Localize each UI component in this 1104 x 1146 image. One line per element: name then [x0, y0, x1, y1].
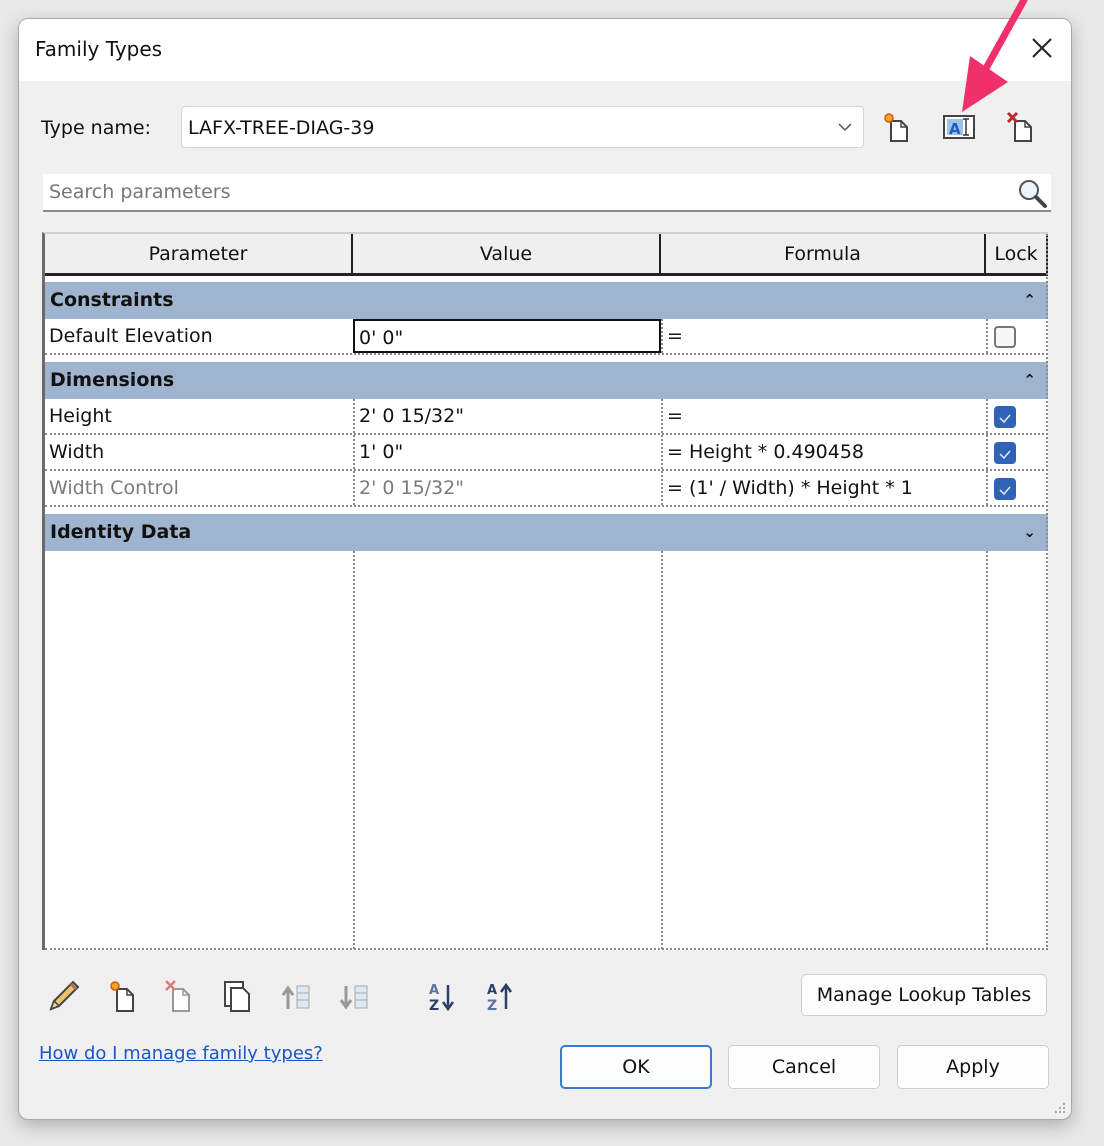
check-icon — [999, 414, 1011, 424]
svg-text:A: A — [949, 120, 961, 138]
check-icon — [999, 486, 1011, 496]
move-down-button[interactable] — [335, 977, 373, 1015]
rename-type-button[interactable]: A — [941, 109, 977, 145]
table-row[interactable]: Width 1' 0" = Height * 0.490458 — [45, 435, 1048, 471]
parameter-name: Default Elevation — [49, 325, 213, 347]
grid-right-border — [1046, 234, 1048, 950]
sort-ascending-icon: A Z — [429, 983, 455, 1014]
new-type-icon — [884, 113, 908, 142]
sort-descending-button[interactable]: A Z — [481, 977, 519, 1015]
collapse-toggle-icon[interactable]: ⌃ — [1023, 362, 1036, 399]
sort-descending-icon: A Z — [487, 982, 513, 1014]
rename-type-icon: A — [943, 115, 975, 139]
grid-bottom-border — [45, 948, 1048, 950]
new-parameter-button[interactable] — [105, 977, 143, 1015]
column-header-value[interactable]: Value — [353, 234, 661, 276]
lock-cell — [986, 435, 1048, 469]
type-name-label: Type name: — [41, 117, 151, 139]
group-name: Identity Data — [50, 521, 192, 543]
collapse-toggle-icon[interactable]: ⌃ — [1023, 282, 1036, 319]
column-divider — [986, 551, 988, 949]
resize-grip-icon[interactable] — [1053, 1101, 1067, 1115]
table-row[interactable]: Width Control 2' 0 15/32" = (1' / Width)… — [45, 471, 1048, 507]
cancel-button[interactable]: Cancel — [728, 1045, 880, 1089]
edit-parameter-button[interactable] — [45, 977, 83, 1015]
group-header-constraints[interactable]: Constraints ⌃ — [45, 282, 1048, 319]
new-type-button[interactable] — [879, 109, 915, 145]
table-row[interactable]: Height 2' 0 15/32" = — [45, 399, 1048, 435]
duplicate-parameter-button[interactable] — [219, 977, 257, 1015]
check-icon — [999, 450, 1011, 460]
formula-input[interactable]: = — [661, 319, 986, 353]
edit-parameter-icon — [49, 980, 80, 1011]
sort-ascending-button[interactable]: A Z — [423, 977, 461, 1015]
apply-button[interactable]: Apply — [897, 1045, 1049, 1089]
parameter-name: Height — [49, 405, 112, 427]
group-header-identity-data[interactable]: Identity Data ⌄ — [45, 514, 1048, 551]
parameters-grid: Parameter Value Formula Lock Constraints… — [42, 232, 1048, 950]
help-link[interactable]: How do I manage family types? — [39, 1043, 323, 1064]
delete-type-icon — [1006, 111, 1032, 142]
duplicate-parameter-icon — [224, 981, 250, 1012]
column-header-parameter[interactable]: Parameter — [45, 234, 353, 276]
type-name-dropdown[interactable]: LAFX-TREE-DIAG-39 — [181, 106, 864, 148]
delete-parameter-icon — [165, 980, 190, 1012]
new-parameter-icon — [110, 981, 134, 1012]
delete-parameter-button[interactable] — [161, 977, 199, 1015]
manage-lookup-tables-button[interactable]: Manage Lookup Tables — [801, 974, 1047, 1016]
move-up-icon — [281, 985, 310, 1009]
group-header-dimensions[interactable]: Dimensions ⌃ — [45, 362, 1048, 399]
value-input[interactable]: 2' 0 15/32" — [353, 399, 661, 433]
formula-input[interactable]: = (1' / Width) * Height * 1 — [661, 471, 986, 505]
search-input[interactable] — [47, 178, 987, 206]
column-divider — [353, 551, 355, 949]
ok-button[interactable]: OK — [560, 1045, 712, 1089]
svg-text:A: A — [487, 983, 497, 998]
value-input: 2' 0 15/32" — [353, 471, 661, 505]
value-input[interactable]: 1' 0" — [353, 435, 661, 469]
search-parameters-field[interactable] — [43, 174, 1051, 212]
value-input[interactable]: 0' 0" — [353, 319, 661, 353]
group-name: Constraints — [50, 289, 174, 311]
title-bar: Family Types — [19, 19, 1071, 81]
chevron-down-icon — [838, 123, 852, 132]
svg-text:Z: Z — [487, 998, 497, 1014]
type-name-value: LAFX-TREE-DIAG-39 — [188, 117, 375, 139]
move-up-button[interactable] — [277, 977, 315, 1015]
search-icon — [1019, 180, 1047, 208]
move-down-icon — [339, 985, 368, 1010]
svg-text:Z: Z — [429, 998, 439, 1014]
lock-cell — [986, 399, 1048, 433]
lock-checkbox[interactable] — [994, 406, 1016, 428]
lock-checkbox[interactable] — [994, 478, 1016, 500]
column-header-lock[interactable]: Lock — [986, 234, 1048, 276]
column-divider — [661, 551, 663, 949]
lock-checkbox[interactable] — [994, 442, 1016, 464]
table-row[interactable]: Default Elevation 0' 0" = — [45, 319, 1048, 355]
lock-cell — [986, 471, 1048, 505]
expand-toggle-icon[interactable]: ⌄ — [1023, 514, 1036, 551]
formula-input[interactable]: = — [661, 399, 986, 433]
formula-input[interactable]: = Height * 0.490458 — [661, 435, 986, 469]
group-name: Dimensions — [50, 369, 175, 391]
close-button[interactable] — [1027, 33, 1057, 63]
parameter-name: Width Control — [49, 477, 179, 499]
lock-cell — [986, 319, 1048, 353]
column-header-formula[interactable]: Formula — [661, 234, 986, 276]
close-icon — [1032, 38, 1052, 58]
parameter-name: Width — [49, 441, 105, 463]
delete-type-button[interactable] — [1003, 109, 1039, 145]
family-types-dialog: Family Types Type name: LAFX-TREE-DIAG-3… — [18, 18, 1072, 1120]
dialog-title: Family Types — [35, 37, 163, 61]
lock-checkbox[interactable] — [994, 326, 1016, 348]
svg-text:A: A — [429, 983, 439, 998]
